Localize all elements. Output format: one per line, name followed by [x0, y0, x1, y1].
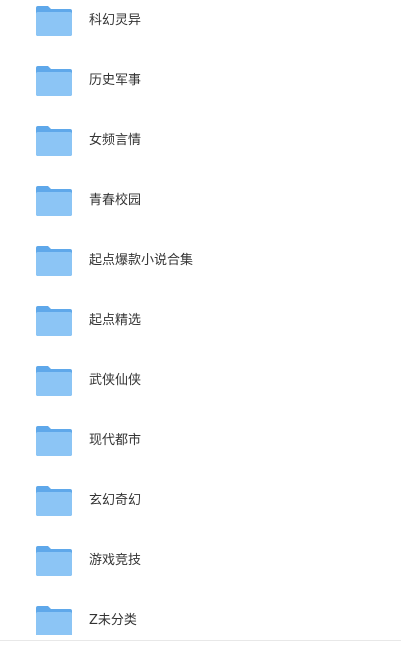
folder-name: 历史军事 [89, 73, 142, 88]
divider [0, 640, 401, 641]
folder-item[interactable]: 玄幻奇幻 [0, 485, 401, 545]
folder-item[interactable]: 游戏竞技 [0, 545, 401, 605]
folder-item[interactable]: Z未分类 [0, 605, 401, 635]
folder-name: 武侠仙侠 [89, 373, 142, 388]
folder-name: 现代都市 [89, 433, 142, 448]
folder-item[interactable]: 武侠仙侠 [0, 365, 401, 425]
folder-name: 游戏竞技 [89, 553, 142, 568]
folder-item[interactable]: 起点爆款小说合集 [0, 245, 401, 305]
folder-icon [35, 485, 73, 517]
folder-icon [35, 125, 73, 157]
folder-item[interactable]: 青春校园 [0, 185, 401, 245]
folder-name: 女频言情 [89, 133, 142, 148]
folder-name: 青春校园 [89, 193, 142, 208]
folder-icon [35, 605, 73, 635]
folder-icon [35, 545, 73, 577]
folder-icon [35, 65, 73, 97]
folder-icon [35, 305, 73, 337]
folder-icon [35, 185, 73, 217]
folder-icon [35, 245, 73, 277]
folder-name: Z未分类 [89, 613, 137, 628]
folder-list: 科幻灵异 历史军事 女频言情 青春校园 起点爆款小说合集 起点精选 武侠仙侠 现… [0, 0, 401, 647]
folder-item[interactable]: 科幻灵异 [0, 5, 401, 65]
folder-item[interactable]: 女频言情 [0, 125, 401, 185]
folder-name: 起点精选 [89, 313, 142, 328]
folder-item[interactable]: 历史军事 [0, 65, 401, 125]
folder-item[interactable]: 现代都市 [0, 425, 401, 485]
folder-icon [35, 5, 73, 37]
folder-item[interactable]: 起点精选 [0, 305, 401, 365]
folder-name: 起点爆款小说合集 [89, 253, 194, 268]
folder-icon [35, 365, 73, 397]
folder-icon [35, 425, 73, 457]
folder-name: 玄幻奇幻 [89, 493, 142, 508]
folder-name: 科幻灵异 [89, 13, 142, 28]
